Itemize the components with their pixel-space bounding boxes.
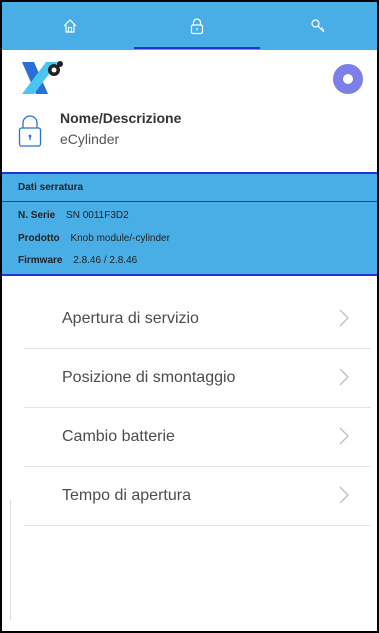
- firmware-key: Firmware: [18, 255, 63, 266]
- menu-item-opening-time[interactable]: Tempo di apertura: [24, 467, 371, 526]
- chevron-right-icon: [339, 427, 349, 445]
- tab-key[interactable]: [272, 2, 364, 50]
- app-logo-icon: [22, 61, 63, 94]
- menu-item-label: Tempo di apertura: [62, 487, 191, 504]
- firmware-row: Firmware 2.8.46 / 2.8.46: [18, 255, 137, 266]
- key-icon: [311, 19, 325, 33]
- lock-header: Nome/Descrizione eCylinder: [2, 50, 377, 172]
- home-icon: [63, 19, 77, 33]
- action-menu: Apertura di servizio Posizione di smonta…: [2, 290, 377, 526]
- active-tab-indicator: [134, 47, 260, 49]
- connection-dot-icon: [343, 74, 353, 84]
- lock-icon: [190, 17, 204, 34]
- chevron-right-icon: [339, 486, 349, 504]
- padlock-icon: [18, 115, 42, 147]
- lock-data-title: Dati serratura: [18, 182, 84, 193]
- name-label: Nome/Descrizione: [60, 110, 182, 126]
- tab-lock[interactable]: [134, 2, 260, 50]
- menu-item-label: Posizione di smontaggio: [62, 369, 236, 386]
- menu-item-label: Apertura di servizio: [62, 310, 199, 327]
- product-row: Prodotto Knob module/-cylinder: [18, 233, 170, 244]
- app-frame: Nome/Descrizione eCylinder Dati serratur…: [0, 0, 379, 633]
- firmware-value: 2.8.46 / 2.8.46: [73, 255, 138, 266]
- serial-key: N. Serie: [18, 210, 56, 221]
- menu-item-battery-change[interactable]: Cambio batterie: [24, 408, 371, 467]
- lock-data-panel: Dati serratura N. Serie SN 0011F3D2 Prod…: [2, 172, 377, 276]
- tab-home[interactable]: [24, 2, 116, 50]
- divider: [2, 201, 377, 202]
- top-tab-bar: [2, 2, 377, 50]
- menu-item-disassembly-position[interactable]: Posizione di smontaggio: [24, 349, 371, 408]
- serial-row: N. Serie SN 0011F3D2: [18, 210, 129, 221]
- product-value: Knob module/-cylinder: [70, 233, 170, 244]
- chevron-right-icon: [339, 309, 349, 327]
- edge-divider: [10, 500, 11, 620]
- name-value: eCylinder: [60, 131, 120, 147]
- connection-button[interactable]: [333, 64, 363, 94]
- serial-value: SN 0011F3D2: [66, 210, 129, 221]
- menu-item-label: Cambio batterie: [62, 428, 175, 445]
- chevron-right-icon: [339, 368, 349, 386]
- product-key: Prodotto: [18, 233, 60, 244]
- menu-item-service-opening[interactable]: Apertura di servizio: [24, 290, 371, 349]
